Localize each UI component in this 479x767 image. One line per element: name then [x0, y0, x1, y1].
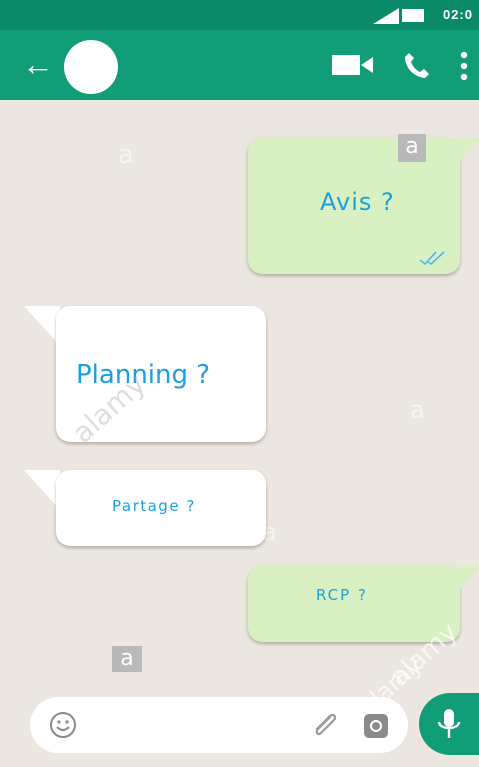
- emoji-icon[interactable]: [48, 710, 78, 740]
- message-text: Avis ?: [320, 188, 395, 216]
- camera-icon[interactable]: [362, 712, 390, 740]
- status-bar: 02:0: [0, 0, 479, 30]
- signal-icon: [373, 8, 399, 24]
- status-time: 02:0: [442, 7, 473, 22]
- contact-avatar[interactable]: [64, 40, 118, 94]
- message-text: RCP ?: [316, 586, 368, 604]
- bubble-tail-icon: [456, 566, 479, 594]
- watermark-box: a: [398, 134, 426, 162]
- read-receipt-icon: [419, 251, 445, 266]
- watermark-box: a: [112, 646, 142, 672]
- watermark-letter: a: [410, 396, 425, 424]
- message-bubble-outgoing[interactable]: Avis ?: [248, 138, 460, 274]
- message-bubble-incoming[interactable]: Planning ?: [56, 306, 266, 442]
- more-vertical-icon[interactable]: [458, 51, 470, 81]
- message-bubble-outgoing[interactable]: RCP ?: [248, 566, 460, 642]
- mic-button[interactable]: [419, 693, 479, 755]
- chat-header: ←: [0, 30, 479, 100]
- message-text: Planning ?: [76, 360, 211, 390]
- bubble-tail-icon: [24, 306, 60, 346]
- battery-icon: [402, 9, 424, 22]
- chat-area: a a a a Avis ? a Planning ? Partage ? RC…: [0, 100, 479, 767]
- phone-icon[interactable]: [402, 50, 432, 80]
- attachment-clip-icon[interactable]: [308, 709, 342, 743]
- watermark-letter: a: [118, 140, 134, 170]
- bubble-tail-icon: [24, 470, 60, 510]
- back-arrow-icon[interactable]: ←: [22, 44, 54, 84]
- microphone-icon: [437, 709, 461, 738]
- message-text: Partage ?: [112, 497, 196, 515]
- bubble-tail-icon: [456, 138, 479, 166]
- message-input-bar[interactable]: [30, 697, 408, 753]
- message-bubble-incoming[interactable]: Partage ?: [56, 470, 266, 546]
- video-camera-icon[interactable]: [332, 54, 374, 76]
